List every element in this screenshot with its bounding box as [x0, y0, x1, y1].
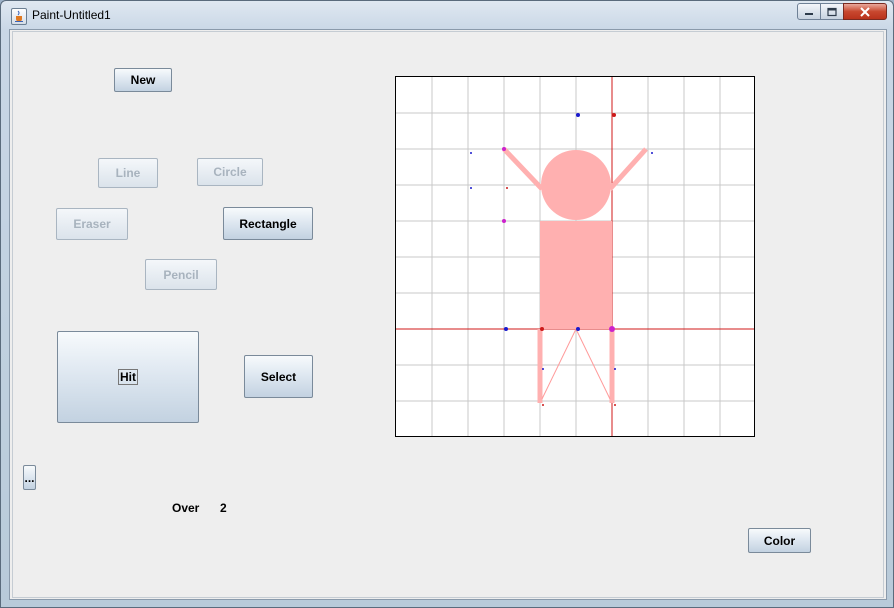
new-button[interactable]: New	[114, 68, 172, 92]
close-icon	[860, 6, 870, 17]
maximize-button[interactable]	[820, 3, 844, 20]
hit-button-label: Hit	[118, 369, 138, 385]
new-button-label: New	[130, 73, 156, 87]
color-button[interactable]: Color	[748, 528, 811, 553]
circle-button-label: Circle	[213, 165, 247, 179]
over-value: 2	[220, 501, 227, 515]
more-button-label: ...	[24, 470, 35, 485]
select-button-label: Select	[260, 369, 297, 384]
drawing-canvas[interactable]	[395, 76, 755, 437]
app-window: Paint-Untitled1 New Line Circle Eraser R…	[0, 0, 894, 608]
canvas-drawing	[396, 77, 754, 436]
minimize-button[interactable]	[797, 3, 821, 20]
title-bar[interactable]: Paint-Untitled1	[1, 1, 893, 29]
color-button-label: Color	[763, 533, 796, 548]
hit-button[interactable]: Hit	[57, 331, 199, 423]
select-button[interactable]: Select	[244, 355, 313, 398]
window-title: Paint-Untitled1	[32, 8, 111, 22]
circle-button[interactable]: Circle	[197, 158, 263, 186]
over-label: Over	[172, 501, 200, 515]
eraser-button-label: Eraser	[73, 217, 111, 231]
close-button[interactable]	[843, 3, 887, 20]
eraser-button[interactable]: Eraser	[56, 208, 128, 240]
maximize-icon	[827, 7, 837, 16]
rectangle-button-label: Rectangle	[239, 216, 297, 231]
pencil-button[interactable]: Pencil	[145, 259, 217, 290]
line-button[interactable]: Line	[98, 158, 158, 188]
minimize-icon	[805, 12, 813, 15]
pencil-button-label: Pencil	[163, 267, 199, 282]
java-cup-icon[interactable]	[11, 8, 27, 25]
line-button-label: Line	[115, 166, 141, 180]
rectangle-button[interactable]: Rectangle	[223, 207, 313, 240]
more-button[interactable]: ...	[23, 465, 36, 490]
